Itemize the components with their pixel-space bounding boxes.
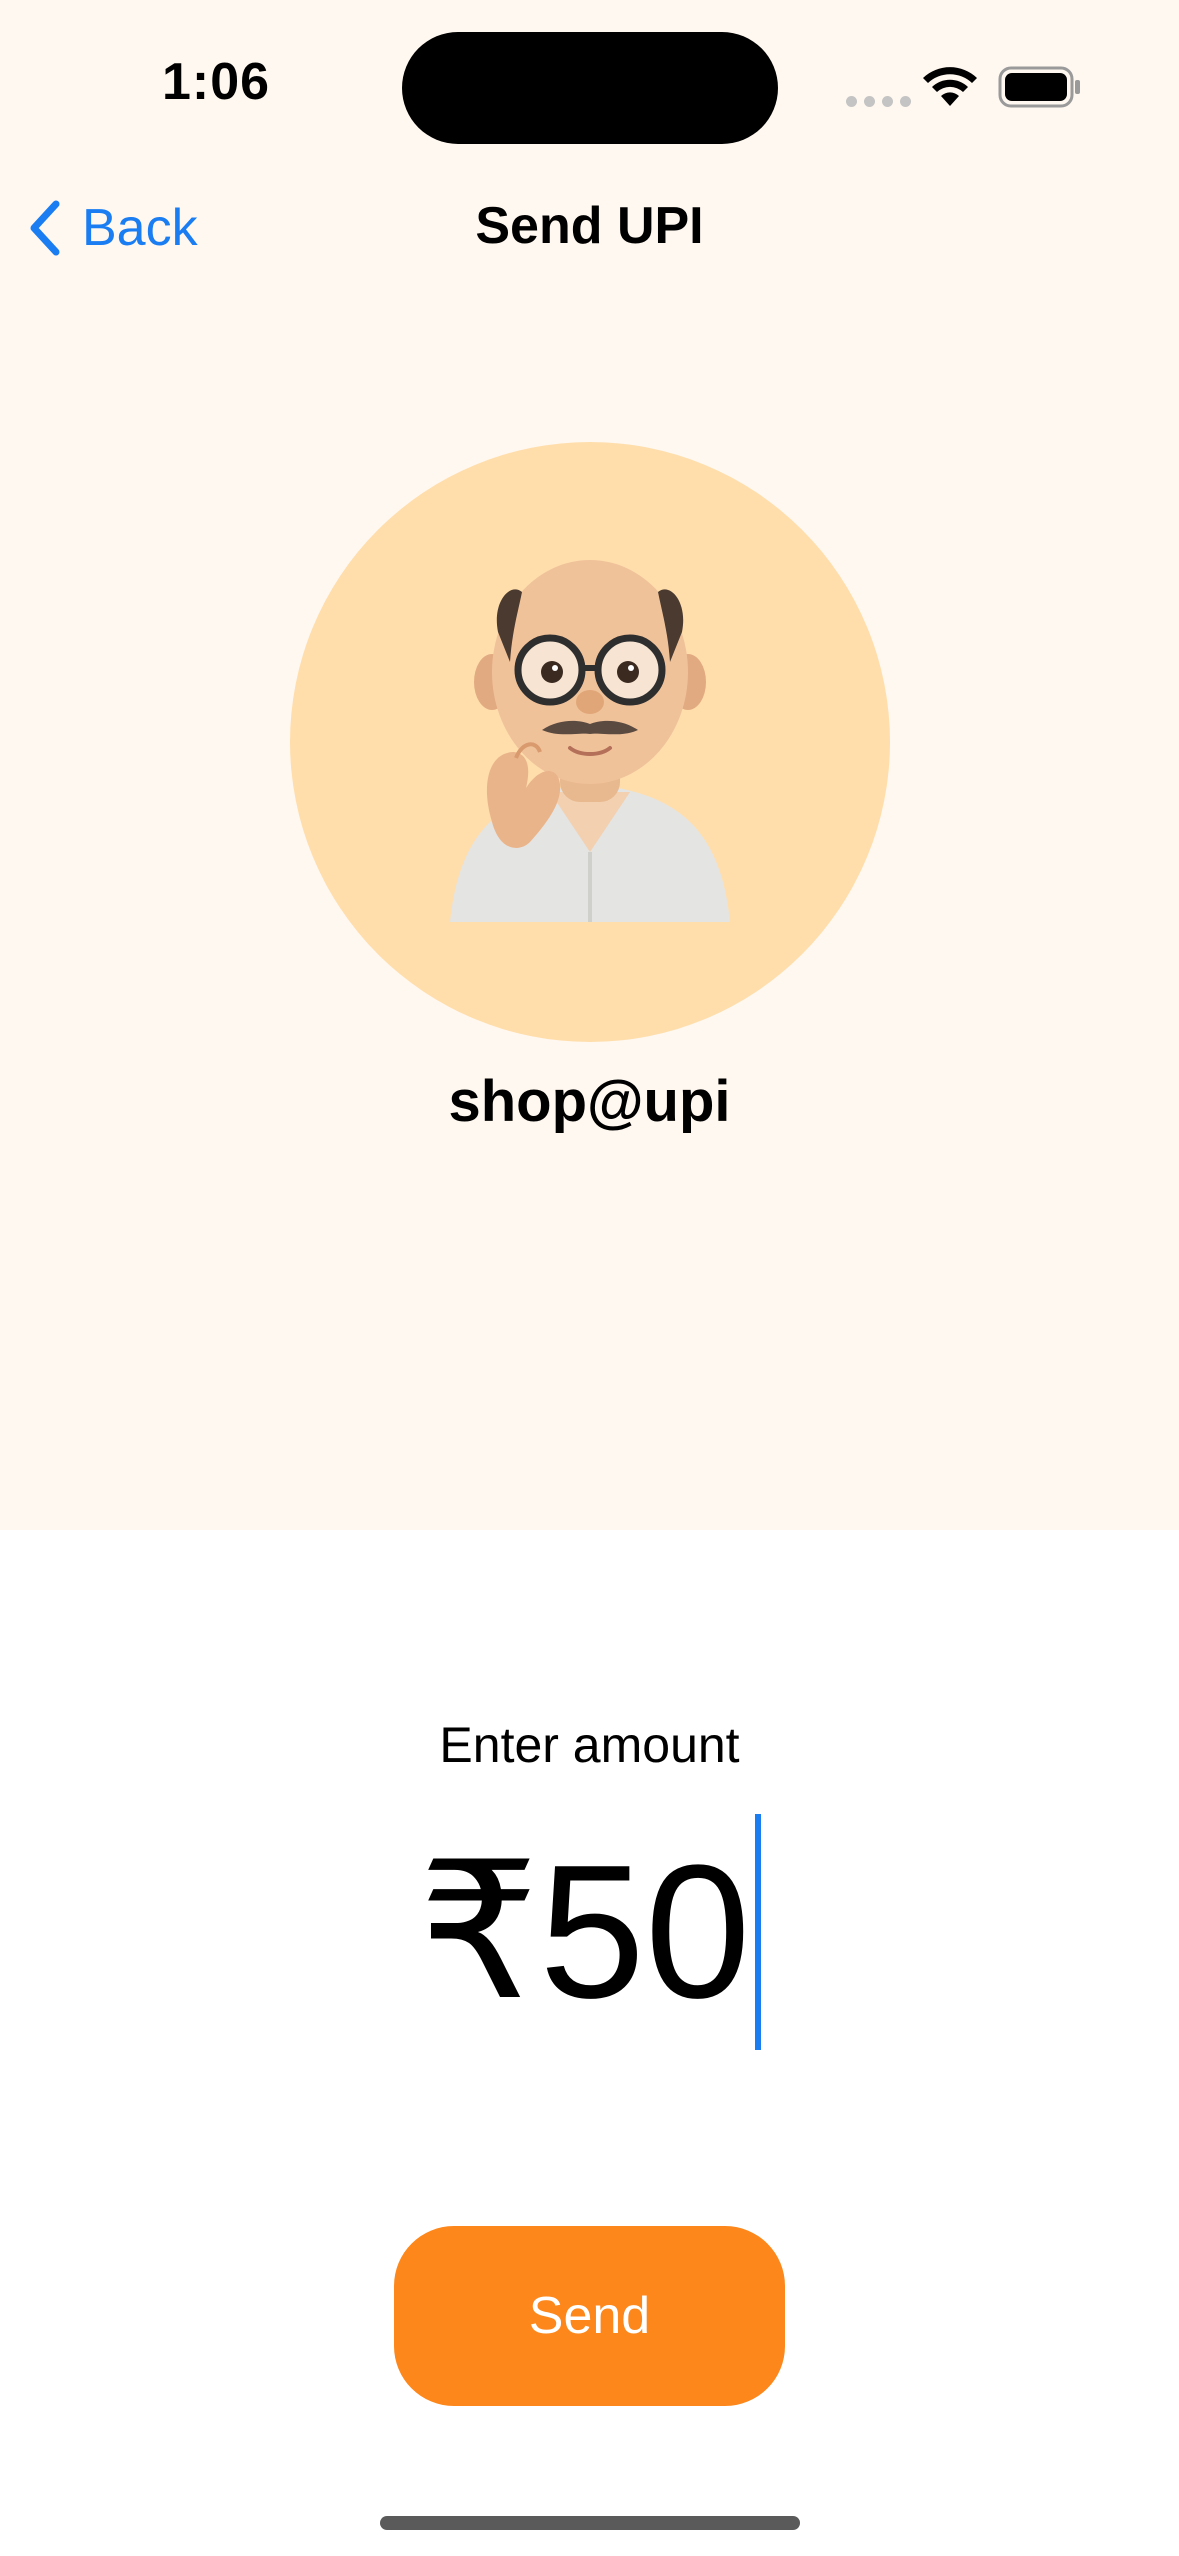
payee-upi-id: shop@upi <box>448 1069 731 1134</box>
dynamic-island <box>402 32 778 144</box>
home-indicator[interactable] <box>380 2516 800 2530</box>
page-title: Send UPI <box>475 197 704 255</box>
currency-symbol: ₹ <box>418 1826 540 2038</box>
cellular-signal-icon <box>846 96 911 107</box>
avatar <box>290 442 890 1042</box>
send-upi-screen: 1:06 Back Send UPI shop@upi Enter amount… <box>0 0 1179 2556</box>
battery-icon <box>998 66 1080 108</box>
status-time: 1:06 <box>162 53 271 111</box>
wifi-icon <box>923 67 977 106</box>
amount-input[interactable]: ₹ 50 <box>418 1814 761 2050</box>
amount-label: Enter amount <box>439 1717 740 1773</box>
send-button[interactable]: Send <box>394 2226 785 2406</box>
memoji-avatar-icon <box>450 560 730 922</box>
amount-value: 50 <box>539 1826 751 2038</box>
amount-input-row: ₹ 50 <box>0 1812 1179 2052</box>
text-caret <box>754 1814 761 2050</box>
